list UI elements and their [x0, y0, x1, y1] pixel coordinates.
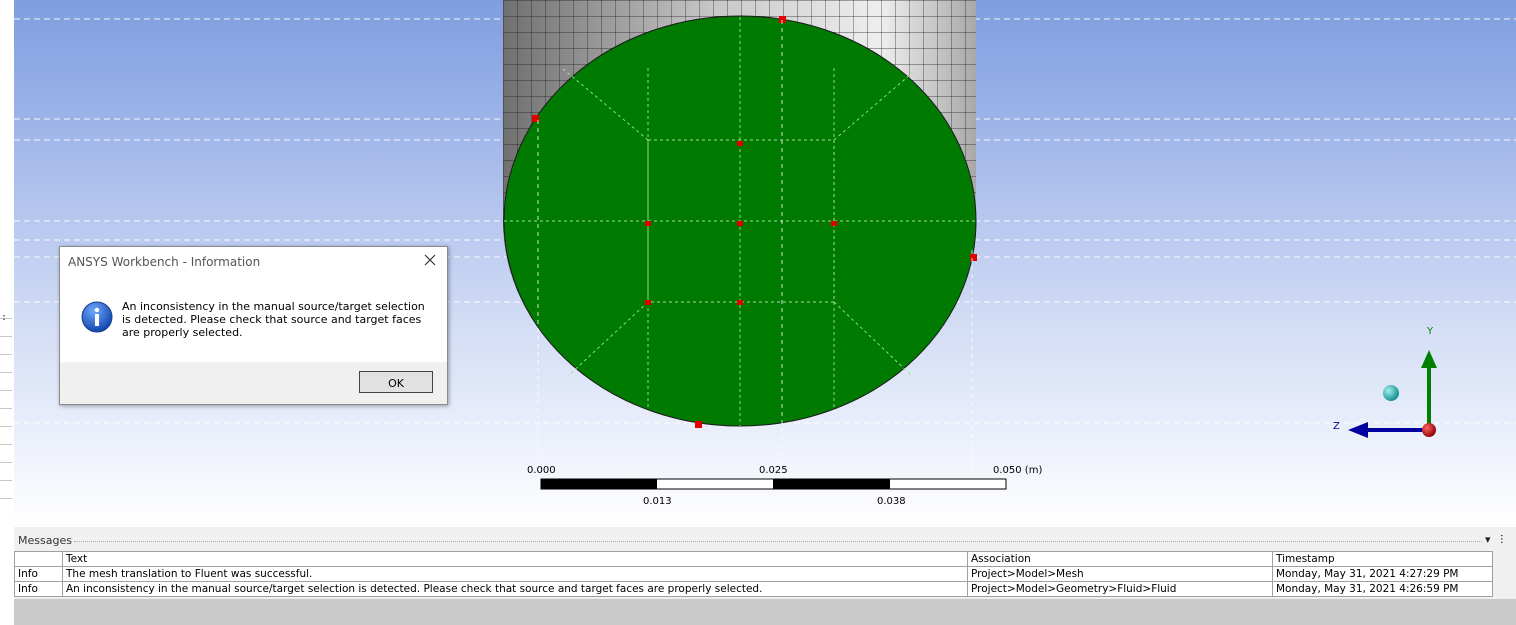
- type-column-header: [14, 551, 63, 567]
- dialog-title: ANSYS Workbench - Information: [68, 255, 261, 269]
- scale-label-3: 0.013: [643, 496, 672, 507]
- association-column-header[interactable]: Association: [967, 551, 1273, 567]
- scale-label-0: 0.000: [527, 465, 556, 476]
- close-icon[interactable]: [419, 250, 441, 272]
- text-column-header[interactable]: Text: [62, 551, 968, 567]
- table-row[interactable]: Info An inconsistency in the manual sour…: [14, 581, 1493, 597]
- messages-title: Messages: [18, 534, 72, 547]
- triad-y-label: Y: [1427, 326, 1434, 337]
- message-association: Project>Model>Mesh: [967, 566, 1273, 582]
- scale-label-1: 0.025: [759, 465, 788, 476]
- axis-triad: [1348, 350, 1437, 438]
- timestamp-column-header[interactable]: Timestamp: [1272, 551, 1493, 567]
- message-association: Project>Model>Geometry>Fluid>Fluid: [967, 581, 1273, 597]
- scale-bar: [540, 478, 1007, 490]
- triad-z-label: Z: [1333, 421, 1340, 432]
- left-panel-edge: :: [0, 0, 15, 625]
- scale-label-4: 0.038: [877, 496, 906, 507]
- dialog-message: An inconsistency in the manual source/ta…: [122, 300, 425, 339]
- status-area: [14, 599, 1516, 625]
- dialog-footer: OK: [60, 362, 447, 404]
- information-dialog: ANSYS Workbench - Information An inconsi…: [59, 246, 448, 405]
- messages-table: Text Association Timestamp Info The mesh…: [14, 551, 1493, 597]
- pin-icon[interactable]: ⵗ: [1500, 533, 1504, 546]
- info-icon: [81, 301, 113, 333]
- message-text: The mesh translation to Fluent was succe…: [62, 566, 968, 582]
- panel-splitter-icon[interactable]: :: [1, 312, 7, 323]
- dropdown-icon[interactable]: ▾: [1485, 533, 1491, 546]
- message-type: Info: [14, 566, 63, 582]
- message-text: An inconsistency in the manual source/ta…: [62, 581, 968, 597]
- messages-header: Messages ▾ ⵗ: [14, 533, 1516, 549]
- message-timestamp: Monday, May 31, 2021 4:26:59 PM: [1272, 581, 1493, 597]
- message-type: Info: [14, 581, 63, 597]
- message-timestamp: Monday, May 31, 2021 4:27:29 PM: [1272, 566, 1493, 582]
- ok-button[interactable]: OK: [359, 371, 433, 393]
- selected-face: [503, 15, 977, 428]
- scale-label-2: 0.050 (m): [993, 465, 1043, 476]
- table-row[interactable]: Info The mesh translation to Fluent was …: [14, 566, 1493, 582]
- table-header-row: Text Association Timestamp: [14, 551, 1493, 567]
- isometric-view-ball[interactable]: [1383, 385, 1399, 401]
- messages-pane: Messages ▾ ⵗ Text Association Timestamp …: [14, 527, 1516, 599]
